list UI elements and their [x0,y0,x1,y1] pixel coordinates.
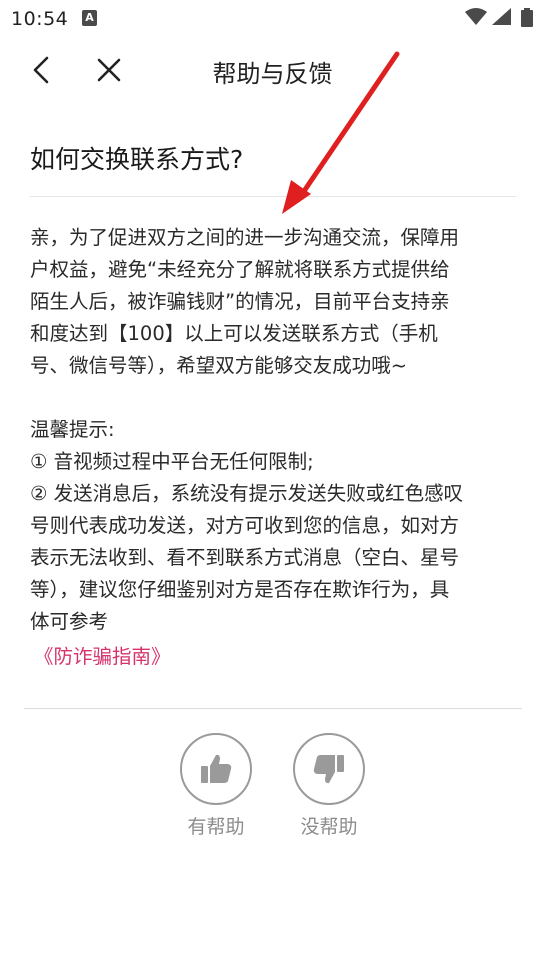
answer-line: 号、微信号等），希望双方能够交友成功哦~ [30,354,408,377]
answer-line: 户权益，避免“未经充分了解就将联系方式提供给 [30,258,450,281]
thumbs-down-icon [313,755,344,784]
tips-line: 体可参考 [30,610,109,633]
answer-line: 陌生人后，被诈骗钱财”的情况，目前平台支持亲 [30,290,450,313]
unhelpful-button[interactable] [293,733,365,805]
divider [30,196,516,197]
tips-line: 号则代表成功发送，对方可收到您的信息，如对方 [30,514,460,537]
tips-line: 等），建议您仔细鉴别对方是否存在欺诈行为，具 [30,578,450,601]
answer-body: 亲，为了促进双方之间的进一步沟通交流，保障用 户权益，避免“未经充分了解就将联系… [30,222,522,638]
thumbs-up-icon [201,754,232,783]
unhelpful-label: 没帮助 [300,816,358,838]
wifi-icon [465,8,487,25]
answer-line: 亲，为了促进双方之间的进一步沟通交流，保障用 [30,226,460,249]
tips-line: ② 发送消息后，系统没有提示发送失败或红色感叹 [30,482,464,505]
status-time: 10:54 [11,8,69,30]
helpful-button[interactable] [180,733,252,805]
anti-fraud-guide-link[interactable]: 《防诈骗指南》 [34,640,171,669]
signal-icon [492,8,511,25]
tips-heading: 温馨提示: [30,418,115,441]
tips-line: ① 音视频过程中平台无任何限制; [30,450,314,473]
tips-line: 表示无法收到、看不到联系方式消息（空白、星号 [30,546,460,569]
page-title: 帮助与反馈 [212,60,333,88]
question-title: 如何交换联系方式? [30,145,244,174]
nav-bar: 帮助与反馈 [0,42,545,98]
notification-icon: A [82,10,97,26]
status-bar: 10:54 A [0,0,545,38]
answer-line: 和度达到【100】以上可以发送联系方式（手机 [30,322,438,345]
battery-icon [521,8,533,27]
helpful-label: 有帮助 [187,816,245,838]
divider [24,708,522,709]
